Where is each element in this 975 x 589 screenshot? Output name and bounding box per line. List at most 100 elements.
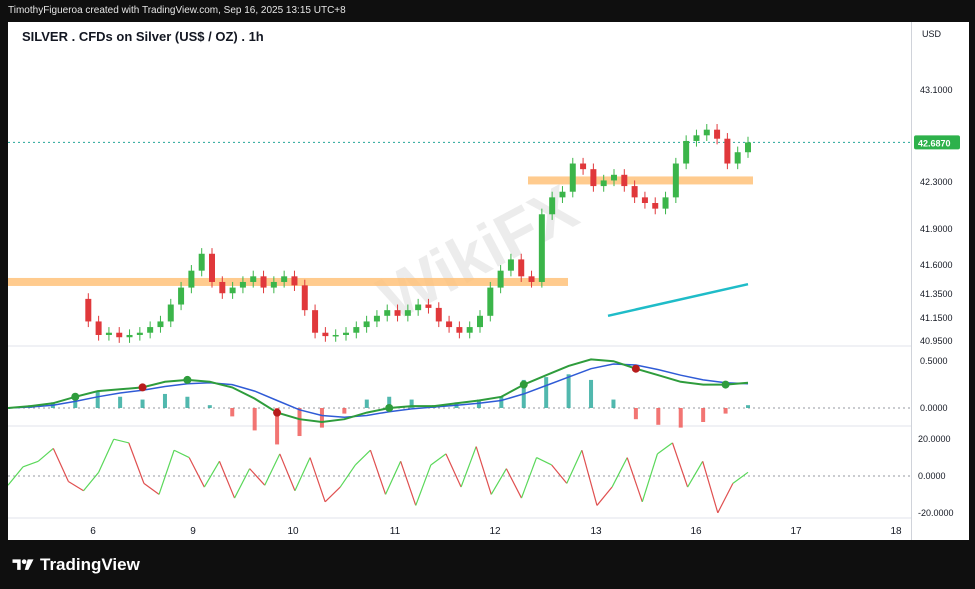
candle-body — [167, 304, 174, 322]
candle-body — [178, 287, 185, 305]
candle-body — [219, 281, 226, 294]
candle-body — [611, 174, 617, 181]
oscillator-segment — [626, 457, 643, 502]
macd-histogram-bar — [656, 407, 661, 425]
candle-body — [136, 332, 143, 335]
candle-body — [590, 169, 597, 187]
macd-cross-marker — [519, 380, 528, 389]
x-tick-label: 12 — [489, 526, 501, 537]
candle-body — [147, 327, 154, 333]
moving-average-line — [607, 282, 749, 318]
macd-cross-marker — [138, 383, 147, 392]
candle-body — [549, 197, 556, 215]
oscillator-segment — [8, 466, 24, 486]
tradingview-logo-icon — [12, 559, 34, 570]
macd-histogram-bar — [140, 399, 145, 408]
macd-histogram-bar — [364, 399, 369, 408]
price-tick-label: 42.3000 — [920, 177, 953, 187]
macd-histogram-bar — [633, 407, 638, 420]
macd-histogram-bar — [185, 396, 190, 408]
price-tick-label: 41.1500 — [920, 313, 953, 323]
oscillator-segment — [188, 457, 205, 488]
candle-body — [332, 334, 339, 337]
oscillator-segment — [400, 461, 417, 506]
candle-body — [693, 135, 700, 141]
chart-area[interactable]: SILVER . CFDs on Silver (US$ / OZ) . 1h … — [8, 22, 911, 540]
candle-body — [353, 327, 360, 333]
candle-body — [466, 327, 473, 333]
candle-body — [641, 197, 648, 203]
candle-body — [446, 321, 453, 328]
price-scale-svg: USD 43.1000 42.3000 41.9000 41.6000 41.3500 41… — [914, 29, 960, 518]
candle-body — [301, 285, 308, 311]
oscillator-segment — [143, 482, 160, 495]
candle-body — [497, 270, 504, 288]
macd-histogram-bar — [342, 407, 347, 414]
oscillator-segment — [475, 446, 492, 495]
candle-body — [487, 287, 494, 316]
candle-body — [425, 304, 432, 308]
oscillator-segment — [385, 461, 402, 495]
oscillator-segment — [173, 449, 190, 459]
candle-body — [291, 276, 298, 286]
candle-body — [456, 327, 463, 333]
chart-svg[interactable]: WikiFX 6 9 10 11 12 13 16 17 18 — [8, 22, 911, 540]
candle-body — [105, 332, 112, 335]
candle-body — [518, 259, 525, 277]
macd-cross-marker — [721, 380, 730, 389]
macd-cross-marker — [631, 364, 640, 373]
macd-histogram-bar — [319, 407, 324, 428]
oscillator-segment — [22, 460, 39, 468]
candle-body — [260, 276, 267, 288]
macd-histogram-bar — [611, 399, 616, 408]
candle-body — [343, 332, 349, 335]
oscillator-segment — [490, 468, 507, 495]
candle-body — [507, 259, 514, 271]
oscillator-segment — [309, 457, 326, 502]
tradingview-logo[interactable]: TradingView — [12, 555, 140, 575]
footer: TradingView — [0, 540, 975, 589]
candle-body — [404, 310, 411, 316]
candle-body — [538, 214, 545, 282]
macd-histogram-bar — [230, 407, 235, 417]
oscillator-segment — [702, 461, 719, 513]
oscillator-segment — [83, 471, 100, 492]
candle-body — [415, 304, 422, 311]
macd-histogram-bar — [723, 407, 728, 414]
candle-body — [116, 332, 123, 338]
oscillator-segment — [233, 468, 251, 499]
oscillator-segment — [596, 486, 613, 506]
macd-histogram-bar — [252, 407, 257, 431]
oscillator-segment — [430, 453, 447, 466]
candle-body — [652, 203, 659, 209]
candle-body — [569, 163, 576, 192]
oscillator-segment — [717, 483, 734, 514]
oscillator-segment — [415, 464, 432, 506]
macd-histogram-bar — [566, 374, 571, 408]
price-scale[interactable]: USD 43.1000 42.3000 41.9000 41.6000 41.3500 41… — [911, 22, 969, 540]
candle-body — [322, 332, 329, 337]
candle-body — [714, 129, 721, 139]
x-tick-label: 6 — [90, 526, 96, 537]
macd-histogram-bar — [544, 377, 549, 408]
macd-histogram-bar — [589, 379, 594, 408]
currency-label: USD — [922, 29, 942, 39]
oscillator-tick-label: 20.0000 — [918, 434, 951, 444]
candle-body — [724, 138, 731, 164]
price-tick-label: 43.1000 — [920, 85, 953, 95]
macd-histogram-bar — [678, 407, 683, 428]
candle-body — [528, 276, 535, 282]
oscillator-segment — [581, 450, 598, 506]
candle-body — [157, 321, 164, 328]
oscillator-segment — [113, 438, 129, 444]
candle-body — [85, 298, 92, 322]
candle-body — [373, 315, 380, 322]
candle-body — [363, 321, 370, 328]
x-tick-label: 10 — [287, 526, 299, 537]
candle-body — [312, 310, 319, 333]
x-tick-label: 13 — [590, 526, 602, 537]
candle-body — [621, 174, 628, 187]
macd-cross-marker — [385, 403, 394, 412]
candle-body — [683, 140, 690, 164]
candle-body — [477, 315, 483, 328]
